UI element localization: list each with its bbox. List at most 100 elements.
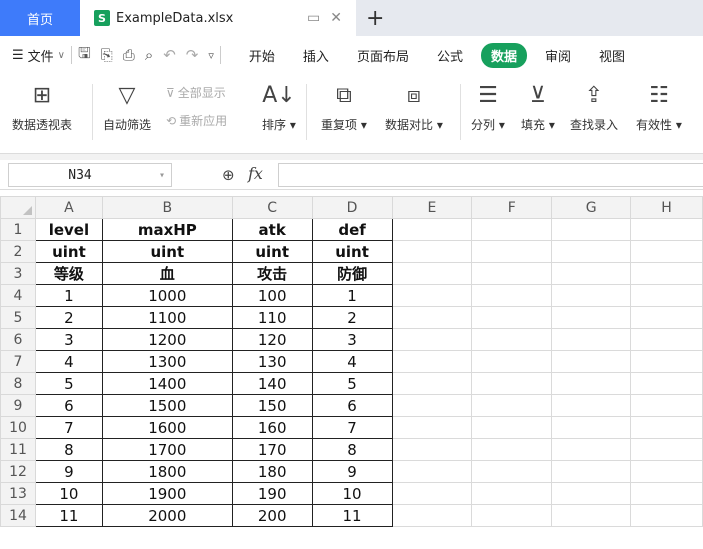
cell[interactable]: 1 <box>311 284 393 307</box>
cell[interactable]: 1000 <box>101 284 233 307</box>
fill-button[interactable]: ⊻ 填充 ▾ <box>521 80 555 133</box>
row-header[interactable]: 12 <box>0 460 36 483</box>
cell[interactable] <box>630 350 703 373</box>
format-painter-icon[interactable]: ⎘ <box>101 46 113 64</box>
cell[interactable]: 等级 <box>34 262 103 285</box>
cell[interactable] <box>471 460 553 483</box>
cell[interactable]: def <box>311 218 393 241</box>
cell[interactable]: 11 <box>34 504 103 527</box>
cell[interactable] <box>551 218 632 241</box>
name-box[interactable]: N34 ▾ <box>8 163 172 187</box>
cell[interactable] <box>551 416 632 439</box>
cell[interactable]: 5 <box>311 372 393 395</box>
cell[interactable] <box>391 262 473 285</box>
autofilter-button[interactable]: ▽ 自动筛选 <box>103 80 151 133</box>
cell[interactable]: 170 <box>231 438 313 461</box>
reapply-button[interactable]: ⟲ 重新应用 <box>166 112 227 129</box>
cell[interactable]: 2 <box>34 306 103 329</box>
cell[interactable]: 攻击 <box>231 262 313 285</box>
cell[interactable]: 100 <box>231 284 313 307</box>
split-button[interactable]: ☰ 分列 ▾ <box>471 80 505 133</box>
cell[interactable] <box>630 416 703 439</box>
cell[interactable] <box>391 438 473 461</box>
cell[interactable]: 1300 <box>101 350 233 373</box>
cell[interactable] <box>471 240 553 263</box>
print-icon[interactable]: ⎙ <box>123 46 135 64</box>
column-header[interactable]: F <box>471 196 553 219</box>
lookup-entry-button[interactable]: ⇪ 查找录入 <box>570 80 618 133</box>
tab-start[interactable]: 开始 <box>239 43 285 68</box>
tab-review[interactable]: 审阅 <box>535 43 581 68</box>
cell[interactable]: maxHP <box>101 218 233 241</box>
cell[interactable] <box>551 482 632 505</box>
cell[interactable] <box>391 460 473 483</box>
cell[interactable] <box>471 372 553 395</box>
cell[interactable] <box>391 482 473 505</box>
cell[interactable]: 200 <box>231 504 313 527</box>
cell[interactable] <box>551 284 632 307</box>
cell[interactable] <box>551 394 632 417</box>
zoom-icon[interactable]: ⊕ <box>222 166 235 184</box>
cell[interactable] <box>391 218 473 241</box>
row-header[interactable]: 7 <box>0 350 36 373</box>
cell[interactable] <box>471 438 553 461</box>
cell[interactable]: 140 <box>231 372 313 395</box>
column-header[interactable]: G <box>551 196 632 219</box>
cell[interactable]: 1100 <box>101 306 233 329</box>
cell[interactable] <box>630 240 703 263</box>
print-preview-icon[interactable]: ⌕ <box>145 46 153 64</box>
chevron-down-icon[interactable]: ▾ <box>159 170 165 181</box>
column-header[interactable]: B <box>101 196 233 219</box>
cell[interactable]: 1900 <box>101 482 233 505</box>
undo-icon[interactable]: ↶ <box>163 46 176 64</box>
column-header[interactable]: H <box>630 196 703 219</box>
cell[interactable] <box>471 482 553 505</box>
cell[interactable] <box>630 372 703 395</box>
row-header[interactable]: 6 <box>0 328 36 351</box>
column-header[interactable]: A <box>34 196 103 219</box>
customize-dropdown-icon[interactable]: ▿ <box>208 49 214 62</box>
cell[interactable] <box>391 328 473 351</box>
monitor-icon[interactable]: ▭ <box>307 10 320 26</box>
cell[interactable] <box>551 240 632 263</box>
tab-insert[interactable]: 插入 <box>293 43 339 68</box>
cell[interactable]: 1600 <box>101 416 233 439</box>
cell[interactable]: 3 <box>34 328 103 351</box>
cell[interactable]: 1 <box>34 284 103 307</box>
cell[interactable] <box>630 306 703 329</box>
cell[interactable]: level <box>34 218 103 241</box>
cell[interactable]: 9 <box>311 460 393 483</box>
cell[interactable]: 110 <box>231 306 313 329</box>
cell[interactable]: 防御 <box>311 262 393 285</box>
function-icon[interactable]: fx <box>248 164 263 183</box>
cell[interactable]: 180 <box>231 460 313 483</box>
cell[interactable]: 7 <box>34 416 103 439</box>
pivot-table-button[interactable]: ⊞ 数据透视表 <box>12 80 72 133</box>
cell[interactable]: 4 <box>311 350 393 373</box>
cell[interactable]: uint <box>101 240 233 263</box>
cell[interactable] <box>630 394 703 417</box>
close-tab-icon[interactable]: ✕ <box>330 10 342 26</box>
cell[interactable] <box>551 350 632 373</box>
cell[interactable]: 160 <box>231 416 313 439</box>
cell[interactable] <box>471 394 553 417</box>
cell[interactable] <box>551 262 632 285</box>
row-header[interactable]: 10 <box>0 416 36 439</box>
sort-button[interactable]: A↓ 排序 ▾ <box>262 80 296 133</box>
cell[interactable]: 10 <box>34 482 103 505</box>
tab-page-layout[interactable]: 页面布局 <box>347 43 419 68</box>
cell[interactable]: 1700 <box>101 438 233 461</box>
cell[interactable]: 7 <box>311 416 393 439</box>
cell[interactable]: 1500 <box>101 394 233 417</box>
column-header[interactable]: E <box>391 196 473 219</box>
cell[interactable] <box>551 372 632 395</box>
tab-formulas[interactable]: 公式 <box>427 43 473 68</box>
cell[interactable]: 8 <box>34 438 103 461</box>
cell[interactable]: uint <box>34 240 103 263</box>
cell[interactable] <box>471 262 553 285</box>
formula-input[interactable] <box>278 163 703 187</box>
row-header[interactable]: 2 <box>0 240 36 263</box>
row-header[interactable]: 8 <box>0 372 36 395</box>
cell[interactable] <box>391 350 473 373</box>
cell[interactable] <box>391 284 473 307</box>
